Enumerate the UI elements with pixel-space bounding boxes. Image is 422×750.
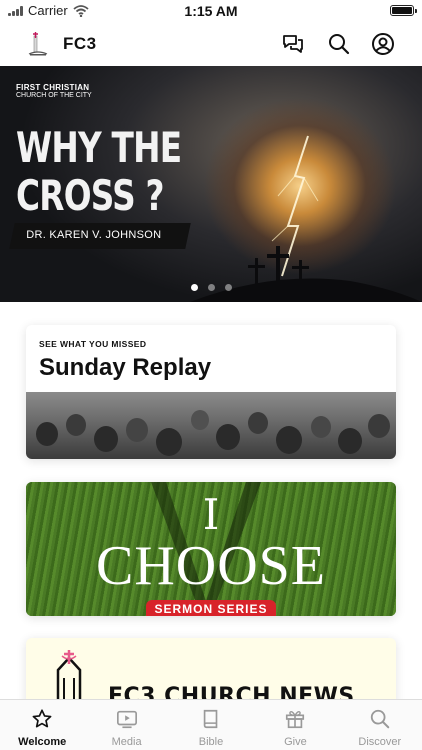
hero-banner[interactable]: FIRST CHRISTIAN CHURCH OF THE CITY WHY T… (0, 66, 422, 302)
tab-media[interactable]: Media (84, 700, 168, 750)
tab-bible[interactable]: Bible (169, 700, 253, 750)
search-icon (370, 709, 390, 729)
tab-welcome[interactable]: Welcome (0, 700, 84, 750)
hero-brand-line1: FIRST CHRISTIAN (16, 83, 90, 92)
hero-brand-line2: CHURCH OF THE CITY (16, 92, 92, 99)
star-icon (32, 709, 52, 728)
church-logo-icon (28, 32, 48, 56)
tab-label: Discover (358, 736, 402, 748)
hero-brand: FIRST CHRISTIAN CHURCH OF THE CITY (16, 84, 92, 100)
play-icon (116, 710, 137, 729)
battery-icon (390, 5, 417, 16)
card-title: Sunday Replay (39, 354, 212, 381)
hero-title: WHY THE CROSS ? (16, 123, 182, 220)
worship-crowd-image (26, 392, 396, 459)
tab-give[interactable]: Give (253, 700, 337, 750)
gift-icon (286, 710, 305, 729)
sermon-series-badge: SERMON SERIES (146, 600, 276, 616)
card-eyebrow: SEE WHAT YOU MISSED (39, 339, 147, 349)
tab-label: Media (111, 736, 142, 748)
status-time: 1:15 AM (184, 3, 238, 19)
tab-label: Give (284, 736, 307, 748)
speaker-name: DR. KAREN V. JOHNSON (26, 229, 162, 241)
status-bar: Carrier 1:15 AM (0, 0, 422, 22)
book-icon (203, 709, 218, 729)
carousel-dot[interactable] (207, 284, 215, 291)
speaker-banner: DR. KAREN V. JOHNSON (9, 223, 191, 249)
carousel-dot[interactable] (190, 284, 198, 291)
sunday-replay-card[interactable]: SEE WHAT YOU MISSED Sunday Replay (26, 325, 396, 459)
carousel-dot[interactable] (224, 284, 232, 291)
chat-icon[interactable] (281, 32, 305, 56)
bottom-tab-bar: Welcome Media Bible Give Discover (0, 699, 422, 750)
tab-label: Welcome (18, 736, 67, 748)
app-title: FC3 (63, 34, 97, 53)
carousel-dots (0, 284, 422, 291)
sermon-title-line2: CHOOSE (95, 535, 327, 597)
tab-label: Bible (198, 736, 224, 748)
sermon-series-card[interactable]: I CHOOSE SERMON SERIES (26, 482, 396, 616)
sermon-title-line1: I (202, 490, 220, 539)
profile-icon[interactable] (371, 32, 395, 56)
church-news-card[interactable]: FC3 CHURCH NEWS (26, 638, 396, 708)
search-icon[interactable] (327, 32, 351, 56)
tab-discover[interactable]: Discover (338, 700, 422, 750)
app-header: FC3 (0, 22, 422, 66)
